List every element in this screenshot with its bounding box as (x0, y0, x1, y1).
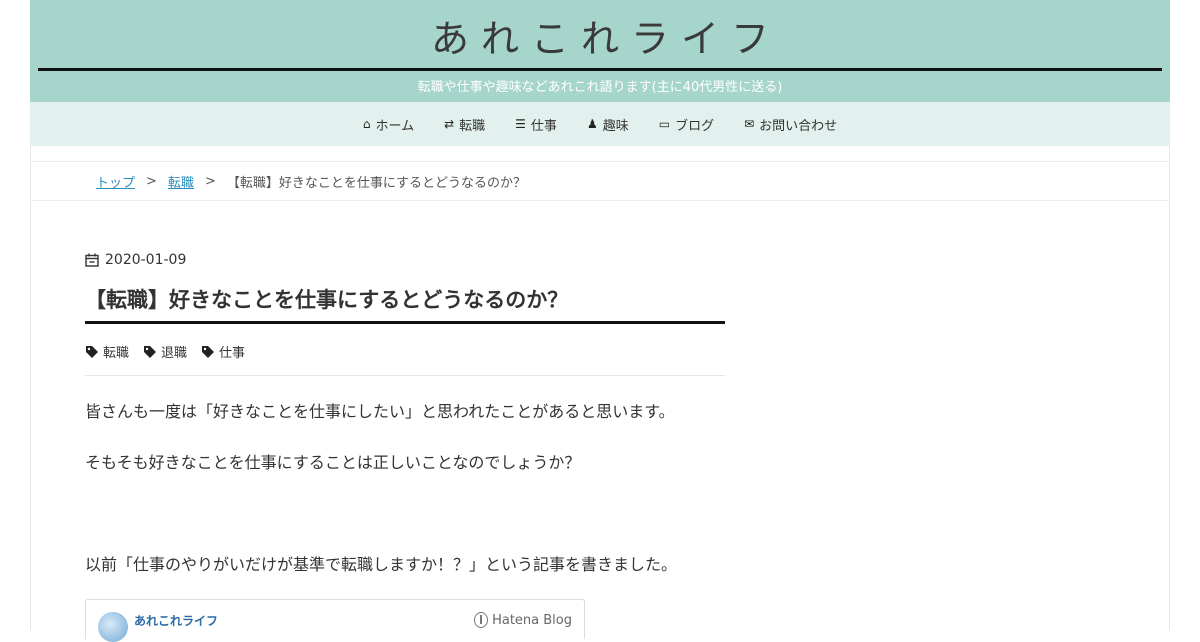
breadcrumb-link-top[interactable]: トップ (96, 172, 135, 191)
embed-site-name: あれこれライフ (134, 614, 219, 628)
breadcrumb-separator: > (204, 173, 216, 189)
article-paragraph: そもそも好きなことを仕事にすることは正しいことなのでしょうか？ (85, 453, 581, 472)
tag-label: 退職 (161, 346, 188, 361)
home-icon: ⌂ (362, 117, 371, 131)
blog-embed-card[interactable]: あれこれライフ Hatena Blog (85, 599, 585, 642)
post-date: 2020-01-09 (105, 252, 187, 268)
tag-item[interactable]: 転職 (85, 342, 129, 361)
tag-item[interactable]: 退職 (143, 342, 187, 361)
global-nav: ⌂ ホーム ⇄ 転職 ☰ 仕事 ♟ 趣味 ▭ ブログ ✉ お問い合わせ (30, 102, 1170, 146)
nav-item-blog[interactable]: ▭ ブログ (659, 115, 714, 134)
tag-item[interactable]: 仕事 (201, 342, 245, 361)
breadcrumb-current: 【転職】好きなことを仕事にするとどうなるのか？ (226, 175, 526, 191)
calendar-icon (85, 253, 99, 267)
nav-item-label: 転職 (459, 118, 486, 134)
breadcrumb-separator: > (146, 173, 157, 189)
blog-avatar (98, 612, 128, 642)
article-paragraph: 以前「仕事のやりがいだけが基準で転職しますか！？」という記事を書きました。 (85, 555, 678, 574)
envelope-icon: ✉ (744, 117, 755, 131)
embed-brand-label: Hatena Blog (492, 612, 572, 628)
tag-list: 転職 退職 仕事 (85, 342, 725, 376)
nav-item-home[interactable]: ⌂ ホーム (363, 115, 414, 134)
nav-item-label: ホーム (375, 118, 415, 134)
tag-icon (202, 345, 215, 358)
title-rule (38, 68, 1162, 71)
nav-item-label: 趣味 (602, 118, 629, 134)
hatena-blog-brand: Hatena Blog (474, 612, 572, 628)
nav-item-label: ブログ (675, 118, 715, 134)
site-header: あれこれライフ 転職や仕事や趣味などあれこれ語ります(主に40代男性に送る) (30, 0, 1170, 102)
nav-item-hobby[interactable]: ♟ 趣味 (587, 115, 629, 134)
nav-item-label: お問い合わせ (759, 118, 838, 134)
tag-icon (144, 345, 157, 358)
person-icon: ♟ (586, 117, 598, 131)
site-description: 転職や仕事や趣味などあれこれ語ります(主に40代男性に送る) (417, 80, 783, 95)
tag-label: 転職 (103, 346, 130, 361)
nav-item-label: 仕事 (530, 118, 557, 134)
post-date-row: 2020-01-09 (85, 245, 725, 275)
exchange-icon: ⇄ (444, 117, 455, 131)
site-title[interactable]: あれこれライフ (30, 14, 1170, 64)
tag-icon (86, 345, 98, 358)
post-title: 【転職】好きなことを仕事にするとどうなるのか？ (85, 285, 725, 324)
breadcrumb: トップ > 転職 > 【転職】好きなことを仕事にするとどうなるのか？ (30, 161, 1170, 201)
nav-item-work[interactable]: ☰ 仕事 (515, 115, 557, 134)
breadcrumb-link-category[interactable]: 転職 (168, 172, 194, 191)
hatena-logo-icon (474, 612, 489, 628)
list-icon: ☰ (515, 117, 526, 131)
article: 2020-01-09 【転職】好きなことを仕事にするとどうなるのか？ 転職 退職… (85, 245, 725, 642)
nav-item-contact[interactable]: ✉ お問い合わせ (744, 115, 837, 134)
tag-label: 仕事 (219, 346, 246, 361)
nav-item-job-change[interactable]: ⇄ 転職 (444, 115, 485, 134)
desktop-icon: ▭ (658, 117, 671, 131)
article-paragraph: 皆さんも一度は「好きなことを仕事にしたい」と思われたことがあると思います。 (85, 402, 675, 421)
